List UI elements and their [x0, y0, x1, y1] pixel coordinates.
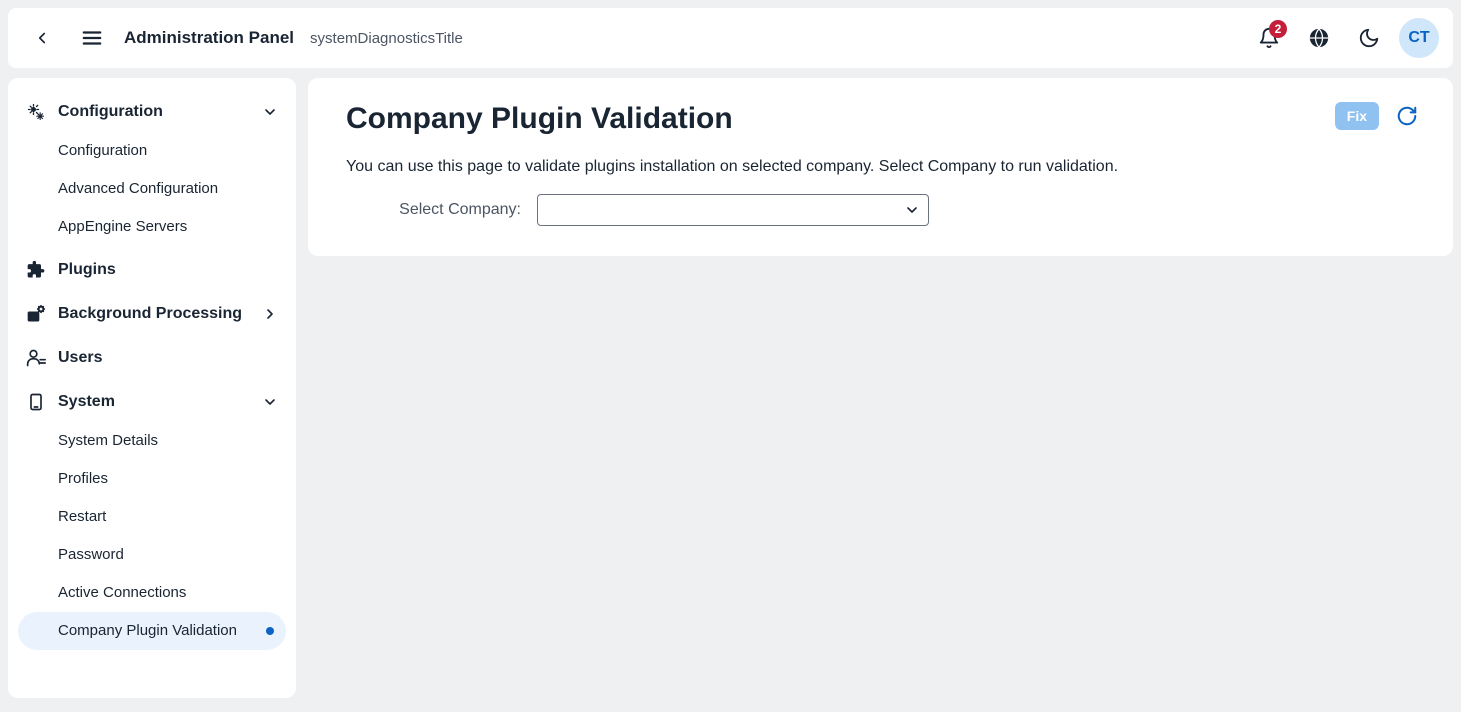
avatar-initials: CT	[1408, 29, 1429, 47]
select-company-row: Select Company:	[346, 194, 1415, 226]
chevron-down-icon	[904, 202, 920, 218]
page-title: Company Plugin Validation	[346, 102, 1415, 136]
device-icon	[26, 392, 46, 412]
refresh-icon	[1396, 105, 1418, 127]
chevron-right-icon	[262, 306, 278, 322]
chevron-down-icon	[262, 394, 278, 410]
sidebar-item-background-processing[interactable]: Background Processing	[18, 294, 286, 334]
user-avatar[interactable]: CT	[1399, 18, 1439, 58]
sidebar-label: Plugins	[58, 261, 116, 279]
chevron-down-icon	[262, 104, 278, 120]
refresh-button[interactable]	[1391, 100, 1423, 132]
sidebar-sub-profiles[interactable]: Profiles	[18, 460, 286, 498]
gears-icon	[26, 102, 46, 122]
hamburger-icon	[81, 27, 103, 49]
sidebar-sub-company-plugin-validation[interactable]: Company Plugin Validation	[18, 612, 286, 650]
select-company-dropdown[interactable]	[537, 194, 929, 226]
notifications-badge: 2	[1269, 20, 1287, 38]
sidebar-label: Background Processing	[58, 305, 242, 323]
sidebar-label: System	[58, 393, 115, 411]
theme-toggle-button[interactable]	[1349, 18, 1389, 58]
sidebar-sub-system-details[interactable]: System Details	[18, 422, 286, 460]
sidebar-item-users[interactable]: Users	[18, 338, 286, 378]
sidebar-sub-active-connections[interactable]: Active Connections	[18, 574, 286, 612]
moon-icon	[1358, 27, 1380, 49]
sidebar-label: Configuration	[58, 103, 163, 121]
sidebar-label: Users	[58, 349, 102, 367]
main-content: Fix Company Plugin Validation You can us…	[308, 78, 1453, 256]
content-card: Fix Company Plugin Validation You can us…	[308, 78, 1453, 256]
sidebar-sub-label: Company Plugin Validation	[58, 622, 237, 640]
sidebar: Configuration Configuration Advanced Con…	[8, 78, 296, 698]
sidebar-sub-password[interactable]: Password	[18, 536, 286, 574]
sidebar-item-system[interactable]: System	[18, 382, 286, 422]
sidebar-item-plugins[interactable]: Plugins	[18, 250, 286, 290]
sidebar-item-configuration[interactable]: Configuration	[18, 92, 286, 132]
page-description: You can use this page to validate plugin…	[346, 158, 1415, 176]
select-company-label: Select Company:	[346, 201, 521, 219]
sidebar-sub-advanced-configuration[interactable]: Advanced Configuration	[18, 170, 286, 208]
fix-button[interactable]: Fix	[1335, 102, 1379, 130]
chevron-left-icon	[33, 29, 51, 47]
menu-button[interactable]	[72, 18, 112, 58]
page-subtitle: systemDiagnosticsTitle	[310, 30, 463, 47]
app-title: Administration Panel	[124, 28, 294, 48]
sidebar-sub-restart[interactable]: Restart	[18, 498, 286, 536]
notifications-button[interactable]: 2	[1249, 18, 1289, 58]
language-button[interactable]	[1299, 18, 1339, 58]
puzzle-icon	[26, 260, 46, 280]
topbar: Administration Panel systemDiagnosticsTi…	[8, 8, 1453, 68]
sidebar-sub-configuration[interactable]: Configuration	[18, 132, 286, 170]
globe-icon	[1308, 27, 1330, 49]
back-button[interactable]	[22, 18, 62, 58]
user-icon	[26, 348, 46, 368]
sidebar-sub-appengine-servers[interactable]: AppEngine Servers	[18, 208, 286, 246]
processing-icon	[26, 304, 46, 324]
active-indicator-dot	[266, 627, 274, 635]
